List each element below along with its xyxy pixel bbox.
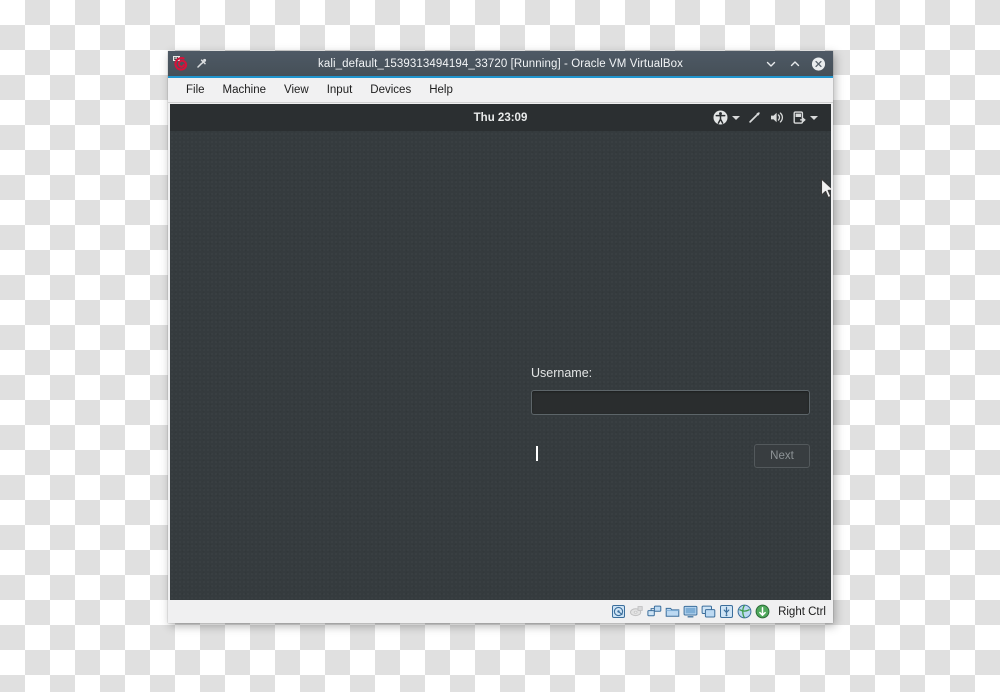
window-title-bar[interactable]: kali_default_1539313494194_33720 [Runnin… — [168, 51, 833, 78]
chevron-down-icon — [732, 115, 740, 120]
menu-file[interactable]: File — [177, 81, 214, 100]
battery-menu[interactable] — [792, 110, 818, 125]
screen-brightness-icon — [747, 110, 762, 125]
menu-help[interactable]: Help — [420, 81, 462, 100]
host-key-label: Right Ctrl — [778, 605, 826, 618]
chevron-down-icon — [810, 115, 818, 120]
title-bar-left-group — [172, 55, 208, 72]
menu-devices[interactable]: Devices — [361, 81, 420, 100]
window-title: kali_default_1539313494194_33720 [Runnin… — [318, 57, 683, 70]
vm-status-bar: Right Ctrl — [168, 600, 833, 623]
universal-access-icon — [713, 110, 728, 125]
gnome-top-panel: Thu 23:09 — [170, 104, 831, 131]
login-form: Username: Next — [531, 366, 810, 468]
volume-indicator[interactable] — [769, 110, 785, 125]
username-label: Username: — [531, 366, 593, 380]
display-icon[interactable] — [683, 604, 698, 619]
menu-input[interactable]: Input — [318, 81, 362, 100]
guest-display[interactable]: Thu 23:09 Username: Next — [170, 104, 831, 600]
window-controls — [763, 56, 828, 71]
volume-icon — [769, 110, 785, 125]
login-actions: Next — [531, 444, 810, 468]
video-capture-icon[interactable] — [701, 604, 716, 619]
username-input[interactable] — [531, 390, 810, 415]
next-button[interactable]: Next — [754, 444, 810, 468]
shared-folders-icon[interactable] — [665, 604, 680, 619]
text-cursor — [536, 446, 538, 461]
battery-icon — [792, 110, 806, 125]
menu-view[interactable]: View — [275, 81, 318, 100]
menu-machine[interactable]: Machine — [214, 81, 275, 100]
hard-disk-icon[interactable] — [611, 604, 626, 619]
minimize-button[interactable] — [763, 56, 778, 71]
virtualbox-machine-window: kali_default_1539313494194_33720 [Runnin… — [168, 51, 833, 623]
panel-status-area — [713, 110, 831, 125]
maximize-button[interactable] — [787, 56, 802, 71]
optical-drive-icon[interactable] — [629, 604, 644, 619]
network-adapter-icon[interactable] — [647, 604, 662, 619]
usb-devices-icon[interactable] — [719, 604, 734, 619]
kali-dragon-icon — [172, 55, 189, 72]
additions-icon[interactable] — [755, 604, 770, 619]
screen-brightness-indicator[interactable] — [747, 110, 762, 125]
mouse-cursor — [820, 178, 831, 205]
menu-bar: File Machine View Input Devices Help — [168, 78, 833, 103]
universal-access-menu[interactable] — [713, 110, 740, 125]
mouse-integration-icon[interactable] — [737, 604, 752, 619]
close-button[interactable] — [811, 56, 826, 71]
pin-icon[interactable] — [195, 57, 208, 70]
